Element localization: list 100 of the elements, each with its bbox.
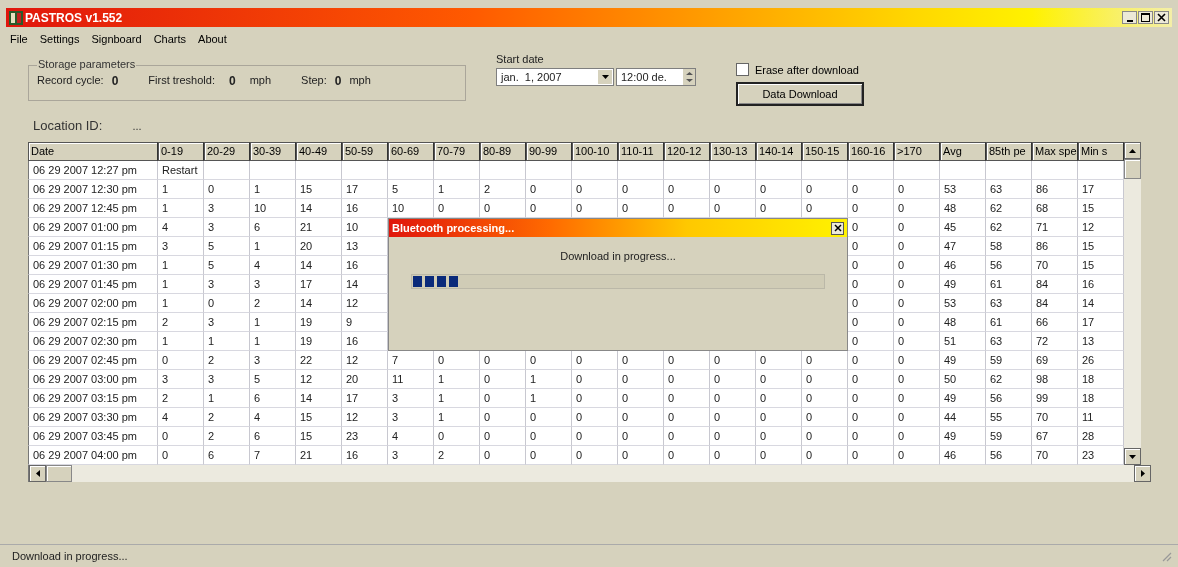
menu-item[interactable]: About (198, 32, 227, 46)
resize-grip-icon[interactable] (1161, 550, 1172, 562)
scroll-up-button[interactable] (1124, 142, 1141, 159)
table-cell: 1 (250, 313, 296, 332)
table-cell: 06 29 2007 01:45 pm (28, 275, 158, 294)
table-cell: 86 (1032, 180, 1078, 199)
table-cell: 0 (756, 180, 802, 199)
table-cell: 0 (572, 370, 618, 389)
minimize-button[interactable] (1122, 11, 1137, 24)
date-picker[interactable]: jan. 1, 2007 (496, 68, 614, 86)
empty-cell (664, 161, 710, 180)
scroll-left-button[interactable] (29, 465, 46, 482)
close-button[interactable] (1154, 11, 1169, 24)
data-download-button[interactable]: Data Download (736, 82, 864, 106)
table-cell: 12 (342, 408, 388, 427)
horizontal-scrollbar[interactable] (28, 465, 1151, 482)
column-header[interactable]: 70-79 (434, 142, 480, 161)
scroll-right-button[interactable] (1134, 465, 1151, 482)
table-cell: 71 (1032, 218, 1078, 237)
table-cell: 0 (756, 408, 802, 427)
column-header[interactable]: 40-49 (296, 142, 342, 161)
table-cell: 22 (296, 351, 342, 370)
menu-item[interactable]: Signboard (91, 32, 142, 46)
column-header[interactable]: 80-89 (480, 142, 526, 161)
column-header[interactable]: Date (28, 142, 158, 161)
table-cell: 3 (250, 275, 296, 294)
column-header[interactable]: 130-13 (710, 142, 756, 161)
column-header[interactable]: Min s (1078, 142, 1124, 161)
dropdown-button[interactable] (598, 70, 612, 84)
field-value: 0 (334, 74, 342, 88)
column-header[interactable]: 110-11 (618, 142, 664, 161)
column-header[interactable]: Max spe (1032, 142, 1078, 161)
maximize-button[interactable] (1138, 11, 1153, 24)
erase-checkbox[interactable]: Erase after download (736, 63, 864, 76)
table-cell: 66 (1032, 313, 1078, 332)
table-cell: 1 (158, 256, 204, 275)
column-header[interactable]: Avg (940, 142, 986, 161)
table-cell: 06 29 2007 02:00 pm (28, 294, 158, 313)
table-cell: 0 (526, 427, 572, 446)
spinner-icon[interactable] (683, 69, 695, 85)
table-cell: 56 (986, 256, 1032, 275)
column-header[interactable]: >170 (894, 142, 940, 161)
column-header[interactable]: 85th pe (986, 142, 1032, 161)
column-header[interactable]: 160-16 (848, 142, 894, 161)
table-cell: 46 (940, 256, 986, 275)
empty-cell (710, 161, 756, 180)
table-cell: 12 (296, 370, 342, 389)
table-cell: 0 (526, 180, 572, 199)
dialog-title: Bluetooth processing... (392, 222, 515, 234)
table-cell: 63 (986, 180, 1032, 199)
table-cell: 62 (986, 199, 1032, 218)
vertical-scrollbar[interactable] (1124, 142, 1141, 465)
menu-item[interactable]: File (10, 32, 28, 46)
column-header[interactable]: 140-14 (756, 142, 802, 161)
table-cell: 0 (848, 370, 894, 389)
menu-item[interactable]: Settings (39, 32, 80, 46)
table-cell: 51 (940, 332, 986, 351)
table-cell: 63 (986, 332, 1032, 351)
menu-item[interactable]: Charts (153, 32, 187, 46)
column-header[interactable]: 90-99 (526, 142, 572, 161)
group-title: Storage parameters (37, 58, 137, 70)
table-cell: 0 (894, 313, 940, 332)
table-cell: 84 (1032, 275, 1078, 294)
column-header[interactable]: 150-15 (802, 142, 848, 161)
maximize-icon (1141, 13, 1150, 22)
column-header[interactable]: 100-10 (572, 142, 618, 161)
table-cell: 5 (204, 237, 250, 256)
table-cell: 0 (848, 351, 894, 370)
table-cell: 53 (940, 294, 986, 313)
scroll-down-button[interactable] (1124, 448, 1141, 465)
column-header[interactable]: 20-29 (204, 142, 250, 161)
time-field[interactable]: 12:00 de. (616, 68, 696, 86)
table-cell: 0 (894, 256, 940, 275)
minimize-icon (1126, 19, 1133, 22)
table-cell: 0 (618, 408, 664, 427)
column-header[interactable]: 60-69 (388, 142, 434, 161)
table-cell: 4 (250, 408, 296, 427)
table-cell: 0 (710, 389, 756, 408)
table-cell: 58 (986, 237, 1032, 256)
table-cell: 2 (250, 294, 296, 313)
table-cell: 0 (848, 389, 894, 408)
table-cell: 0 (664, 427, 710, 446)
table-cell: 5 (204, 256, 250, 275)
location-value: ... (132, 120, 142, 132)
column-header[interactable]: 120-12 (664, 142, 710, 161)
scroll-thumb[interactable] (1124, 159, 1141, 179)
empty-cell (526, 161, 572, 180)
close-button[interactable] (831, 221, 844, 235)
table-cell: 84 (1032, 294, 1078, 313)
column-header[interactable]: 50-59 (342, 142, 388, 161)
table-cell: 06 29 2007 12:27 pm (28, 161, 158, 180)
table-cell: 12 (342, 351, 388, 370)
column-header[interactable]: 0-19 (158, 142, 204, 161)
scroll-thumb[interactable] (46, 465, 72, 482)
table-cell: 47 (940, 237, 986, 256)
table-cell: 72 (1032, 332, 1078, 351)
table-cell: 06 29 2007 02:45 pm (28, 351, 158, 370)
column-header[interactable]: 30-39 (250, 142, 296, 161)
table-cell: 1 (250, 180, 296, 199)
table-cell: 98 (1032, 370, 1078, 389)
